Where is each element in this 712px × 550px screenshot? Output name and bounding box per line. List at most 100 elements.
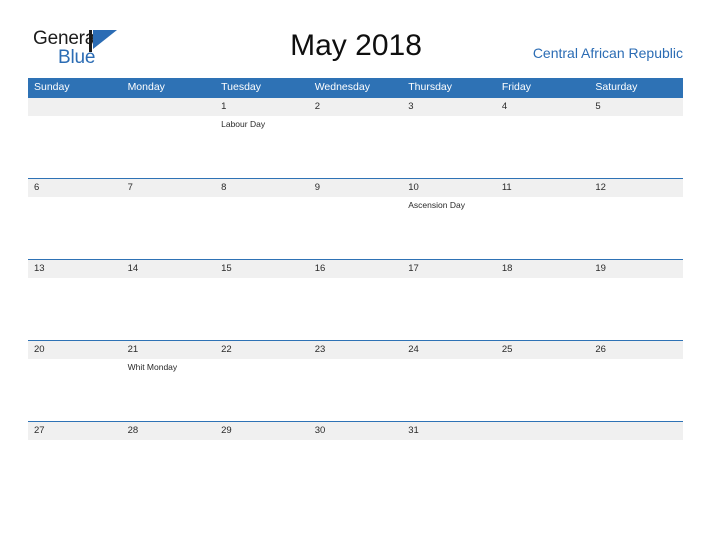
week-cells: 13 14 15 16 17 18 19 (28, 260, 683, 340)
day-cell[interactable]: 24 (402, 341, 496, 421)
day-number: 7 (127, 182, 133, 193)
day-number: 3 (408, 101, 414, 112)
day-events (34, 278, 122, 281)
day-cell[interactable]: 12 (589, 179, 683, 259)
calendar-week-row: 13 14 15 16 17 18 19 (28, 259, 683, 340)
day-cell[interactable]: 6 (28, 179, 122, 259)
day-cell[interactable]: 19 (589, 260, 683, 340)
day-number: 16 (314, 263, 326, 274)
day-number: 13 (34, 263, 45, 274)
day-number: 2 (314, 101, 320, 112)
day-events (408, 440, 496, 443)
day-cell[interactable]: 1 Labour Day (215, 98, 309, 178)
day-cell[interactable]: 21 Whit Monday (122, 341, 216, 421)
day-number: 4 (501, 101, 508, 112)
day-cell[interactable]: 18 (496, 260, 590, 340)
day-number: 11 (501, 182, 512, 193)
day-events (502, 359, 590, 362)
day-events: Ascension Day (408, 197, 496, 211)
day-number: 23 (314, 344, 326, 355)
day-cell[interactable]: 29 (215, 422, 309, 483)
day-events (315, 278, 403, 281)
day-cell[interactable]: 30 (309, 422, 403, 483)
day-events (128, 116, 216, 119)
day-number: 5 (595, 101, 601, 112)
day-cell[interactable]: 27 (28, 422, 122, 483)
day-cell[interactable]: 14 (122, 260, 216, 340)
day-events (595, 359, 683, 362)
day-cell[interactable]: 16 (309, 260, 403, 340)
day-number: 1 (221, 101, 227, 112)
day-number: 26 (595, 344, 606, 355)
week-cells: 6 7 8 9 10 Ascension Day 11 12 (28, 179, 683, 259)
day-cell[interactable] (28, 98, 122, 178)
day-cell[interactable]: 20 (28, 341, 122, 421)
day-events (502, 197, 590, 200)
day-cell[interactable]: 7 (122, 179, 216, 259)
calendar-week-row: 1 Labour Day 2 3 4 5 (28, 97, 683, 178)
day-number: 25 (501, 344, 513, 355)
day-events (221, 440, 309, 443)
day-number: 29 (221, 425, 232, 436)
day-events (502, 440, 590, 443)
day-cell[interactable]: 10 Ascension Day (402, 179, 496, 259)
day-number: 27 (34, 425, 45, 436)
day-header-monday: Monday (127, 81, 165, 93)
day-event: Whit Monday (127, 362, 178, 372)
day-cell[interactable] (496, 422, 590, 483)
day-number: 19 (595, 263, 606, 274)
day-cell[interactable]: 11 (496, 179, 590, 259)
day-header-wednesday: Wednesday (314, 81, 370, 93)
day-events (315, 440, 403, 443)
day-number: 24 (408, 344, 419, 355)
day-number: 9 (314, 182, 320, 193)
day-cell[interactable]: 23 (309, 341, 403, 421)
day-event: Ascension Day (408, 200, 465, 210)
day-events (595, 197, 683, 200)
day-cell[interactable]: 13 (28, 260, 122, 340)
day-cell[interactable]: 25 (496, 341, 590, 421)
day-events (128, 278, 216, 281)
day-header-saturday: Saturday (595, 81, 638, 93)
day-events (128, 440, 216, 443)
week-cells: 1 Labour Day 2 3 4 5 (28, 98, 683, 178)
week-cells: 20 21 Whit Monday 22 23 24 25 26 (28, 341, 683, 421)
day-cell[interactable]: 2 (309, 98, 403, 178)
day-number: 21 (127, 344, 139, 355)
day-number (34, 98, 122, 116)
day-number: 31 (408, 425, 419, 436)
day-events (128, 197, 216, 200)
week-cells: 27 28 29 30 31 (28, 422, 683, 483)
day-number (595, 422, 683, 440)
day-events: Labour Day (221, 116, 309, 130)
day-header-thursday: Thursday (408, 81, 453, 93)
day-number (128, 98, 216, 116)
day-event: Labour Day (221, 119, 266, 129)
day-cell[interactable]: 31 (402, 422, 496, 483)
day-cell[interactable]: 15 (215, 260, 309, 340)
day-cell[interactable]: 9 (309, 179, 403, 259)
day-events: Whit Monday (128, 359, 216, 373)
day-cell[interactable]: 8 (215, 179, 309, 259)
day-cell[interactable]: 4 (496, 98, 590, 178)
day-cell[interactable]: 5 (589, 98, 683, 178)
day-number: 22 (221, 344, 232, 355)
day-cell[interactable]: 17 (402, 260, 496, 340)
day-cell[interactable]: 3 (402, 98, 496, 178)
day-events (221, 359, 309, 362)
day-cell[interactable]: 22 (215, 341, 309, 421)
day-events (595, 278, 683, 281)
day-events (315, 359, 403, 362)
day-number: 10 (408, 182, 419, 193)
day-events (408, 278, 496, 281)
day-cell[interactable] (589, 422, 683, 483)
day-header-sunday: Sunday (34, 81, 70, 93)
day-cell[interactable] (122, 98, 216, 178)
day-events (34, 116, 122, 119)
day-number: 14 (127, 263, 139, 274)
day-events (315, 197, 403, 200)
calendar-table: Sunday Monday Tuesday Wednesday Thursday… (28, 78, 683, 483)
page-header: General Blue May 2018 Central African Re… (0, 0, 712, 76)
day-cell[interactable]: 28 (122, 422, 216, 483)
day-cell[interactable]: 26 (589, 341, 683, 421)
